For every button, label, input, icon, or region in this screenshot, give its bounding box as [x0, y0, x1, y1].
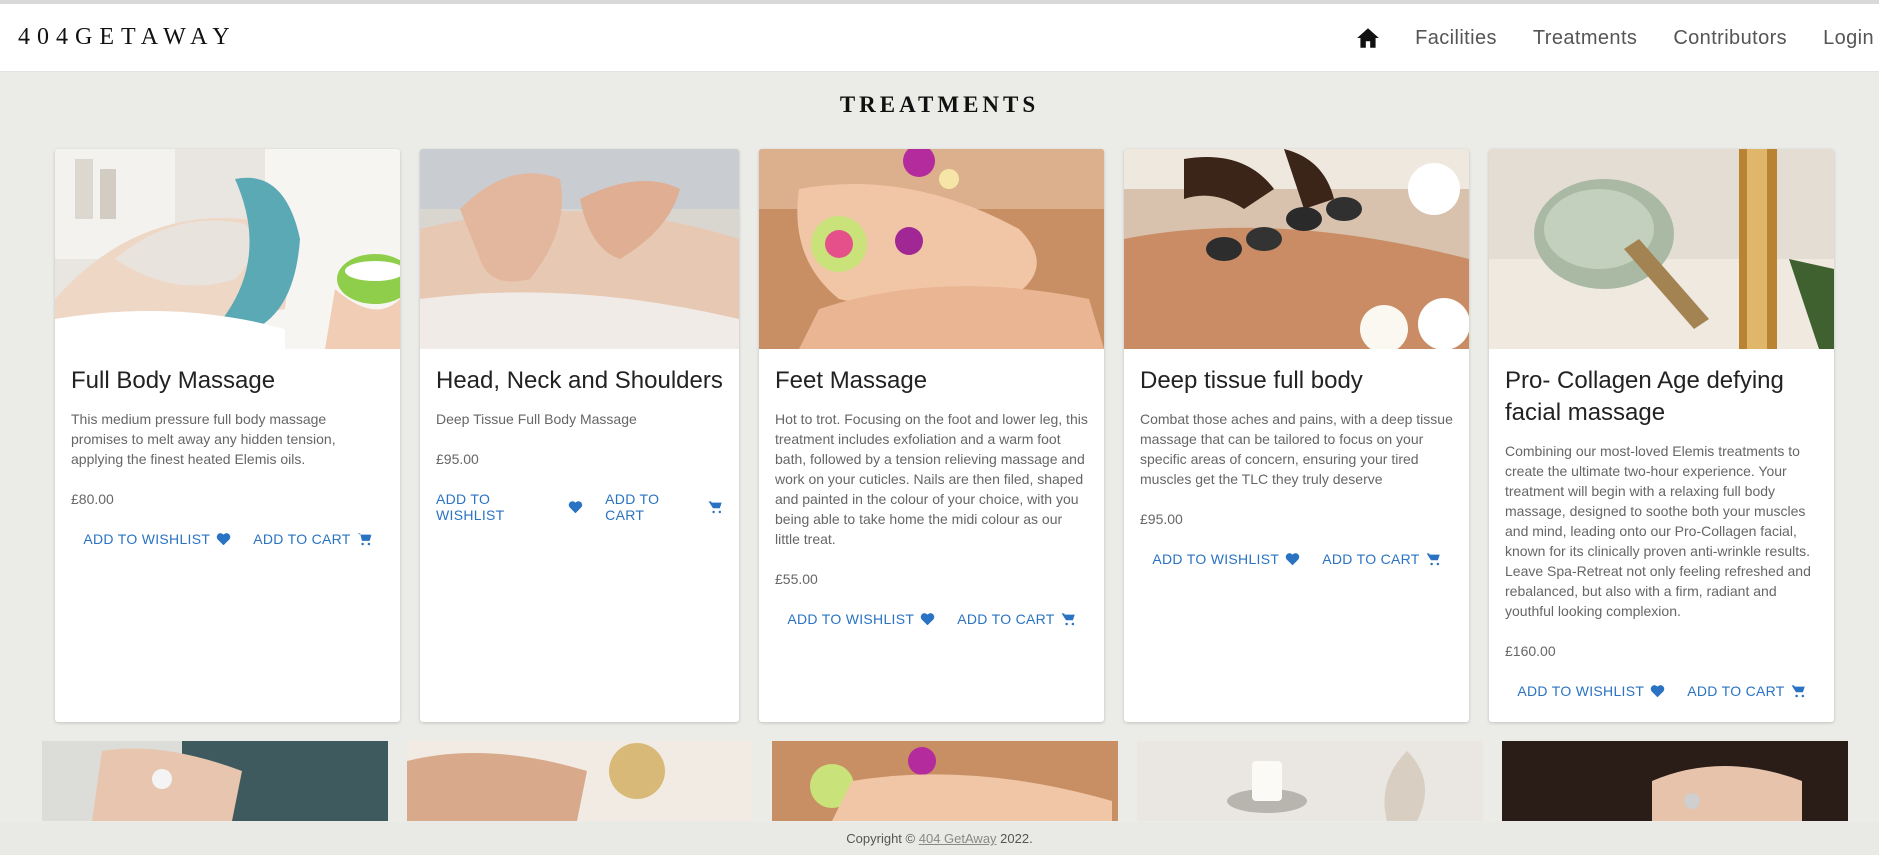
cart-label: ADD TO CART	[1687, 683, 1785, 699]
treatment-thumbnail[interactable]	[1502, 741, 1848, 821]
wishlist-label: ADD TO WISHLIST	[787, 611, 915, 627]
footer-brand-link[interactable]: 404 GetAway	[919, 831, 997, 846]
add-to-cart-button[interactable]: ADD TO CART	[1687, 683, 1805, 699]
treatment-thumbnail[interactable]	[772, 741, 1118, 821]
site-header: 404GETAWAY Facilities Treatments Contrib…	[0, 4, 1879, 72]
cart-icon	[1791, 685, 1805, 698]
page-title: TREATMENTS	[839, 92, 1040, 117]
card-price: £55.00	[775, 571, 818, 587]
cart-icon	[1061, 613, 1075, 626]
nav-facilities[interactable]: Facilities	[1415, 27, 1497, 50]
treatment-thumbnail[interactable]	[407, 741, 753, 821]
card-price: £95.00	[1140, 511, 1183, 527]
card-title: Head, Neck and Shoulders	[436, 367, 723, 394]
card-title: Full Body Massage	[71, 367, 276, 394]
card-description: Combat those aches and pains, with a dee…	[1140, 411, 1453, 487]
wishlist-label: ADD TO WISHLIST	[83, 531, 211, 547]
nav-contributors[interactable]: Contributors	[1673, 27, 1787, 50]
thumbnail-image	[772, 741, 1118, 821]
treatment-card: Full Body Massage This medium pressure f…	[55, 149, 400, 722]
card-description: This medium pressure full body massage p…	[71, 411, 336, 467]
home-icon[interactable]	[1355, 25, 1381, 51]
card-description: Hot to trot. Focusing on the foot and lo…	[775, 411, 1088, 547]
treatment-card: Deep tissue full body Combat those aches…	[1124, 149, 1469, 722]
treatment-thumbnail[interactable]	[1137, 741, 1483, 821]
add-to-cart-button[interactable]: ADD TO CART	[605, 491, 723, 523]
card-title: Pro- Collagen Age defying facial massage	[1505, 367, 1784, 426]
copyright-year: 2022.	[1000, 831, 1033, 846]
cart-label: ADD TO CART	[253, 531, 351, 547]
add-to-cart-button[interactable]: ADD TO CART	[957, 611, 1075, 627]
thumbnail-image	[42, 741, 388, 821]
cart-icon	[1426, 553, 1440, 566]
thumbnail-image	[407, 741, 753, 821]
treatment-image	[759, 149, 1104, 349]
wishlist-label: ADD TO WISHLIST	[1517, 683, 1645, 699]
nav-treatments[interactable]: Treatments	[1533, 27, 1637, 50]
cart-label: ADD TO CART	[1322, 551, 1420, 567]
card-title: Feet Massage	[775, 367, 928, 394]
cart-label: ADD TO CART	[957, 611, 1055, 627]
treatment-image	[1124, 149, 1469, 349]
add-to-cart-button[interactable]: ADD TO CART	[253, 531, 372, 547]
add-to-wishlist-button[interactable]: ADD TO WISHLIST	[787, 611, 935, 627]
main-nav: Facilities Treatments Contributors Login	[1355, 4, 1879, 72]
heart-icon	[1285, 553, 1300, 566]
add-to-wishlist-button[interactable]: ADD TO WISHLIST	[83, 531, 231, 547]
treatment-thumbnail[interactable]	[42, 741, 388, 821]
add-to-wishlist-button[interactable]: ADD TO WISHLIST	[436, 491, 583, 523]
add-to-wishlist-button[interactable]: ADD TO WISHLIST	[1517, 683, 1665, 699]
heart-icon	[216, 533, 231, 546]
nav-login[interactable]: Login	[1823, 27, 1874, 50]
card-price: £95.00	[436, 451, 479, 467]
treatment-image	[1489, 149, 1834, 349]
brand-logo[interactable]: 404GETAWAY	[18, 24, 237, 51]
card-title: Deep tissue full body	[1140, 367, 1363, 394]
card-description: Combining our most-loved Elemis treatmen…	[1505, 443, 1811, 619]
treatment-image	[420, 149, 739, 349]
heart-icon	[1650, 685, 1665, 698]
card-description: Deep Tissue Full Body Massage	[436, 411, 637, 427]
card-price: £80.00	[71, 491, 114, 507]
add-to-cart-button[interactable]: ADD TO CART	[1322, 551, 1440, 567]
cart-icon	[357, 533, 372, 546]
cart-icon	[708, 501, 722, 514]
wishlist-label: ADD TO WISHLIST	[1152, 551, 1280, 567]
add-to-wishlist-button[interactable]: ADD TO WISHLIST	[1152, 551, 1300, 567]
wishlist-label: ADD TO WISHLIST	[436, 491, 505, 523]
card-price: £160.00	[1505, 643, 1556, 659]
copyright-text: Copyright ©	[846, 831, 916, 846]
thumbnail-image	[1137, 741, 1483, 821]
treatment-card: Feet Massage Hot to trot. Focusing on th…	[759, 149, 1104, 722]
heart-icon	[920, 613, 935, 626]
treatment-image	[55, 149, 400, 349]
thumbnail-image	[1502, 741, 1848, 821]
heart-icon	[568, 501, 583, 514]
treatment-card: Head, Neck and Shoulders Deep Tissue Ful…	[420, 149, 739, 722]
treatment-card: Pro- Collagen Age defying facial massage…	[1489, 149, 1834, 722]
cart-label: ADD TO CART	[605, 491, 660, 523]
site-footer: Copyright © 404 GetAway 2022.	[0, 822, 1879, 855]
